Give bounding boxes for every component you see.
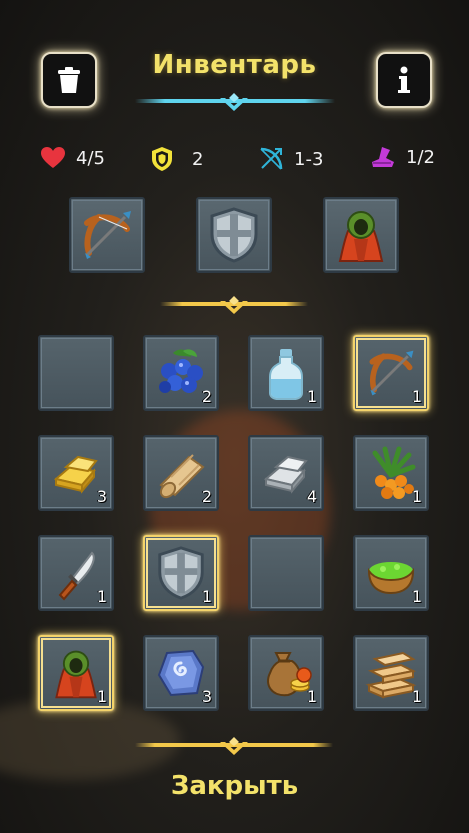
inventory-slot[interactable]: 1 (353, 335, 429, 411)
rune-stone-icon (153, 645, 209, 701)
inventory-slot-empty[interactable] (248, 535, 324, 611)
inventory-slot[interactable]: 2 (143, 435, 219, 511)
inventory-slot[interactable]: 4 (248, 435, 324, 511)
page-title: Инвентарь (152, 50, 317, 80)
inventory-slot-empty[interactable] (38, 335, 114, 411)
equipment-divider (160, 296, 308, 314)
item-count: 4 (306, 487, 317, 506)
inventory-slot[interactable]: 3 (143, 635, 219, 711)
item-count: 1 (411, 487, 422, 506)
item-count: 3 (201, 687, 212, 706)
item-count: 1 (306, 687, 317, 706)
move-value: 1/2 (406, 146, 435, 168)
inventory-slot[interactable]: 1 (248, 335, 324, 411)
shield-icon (153, 545, 209, 601)
inventory-slot[interactable]: 3 (38, 435, 114, 511)
inventory-slot[interactable]: 1 (353, 435, 429, 511)
inventory-slot[interactable]: 1 (143, 535, 219, 611)
iron-bars-icon (258, 445, 314, 501)
gold-bars-icon (48, 445, 104, 501)
cloak-icon (48, 645, 104, 701)
equipped-weapon-slot[interactable] (69, 197, 145, 273)
armor-value: 2 (192, 148, 204, 170)
item-count: 1 (96, 587, 107, 606)
range-stat: 1-3 (258, 146, 323, 172)
move-stat: 1/2 (370, 146, 435, 168)
shield-icon (210, 207, 258, 263)
range-value: 1-3 (294, 148, 324, 170)
inventory-slot[interactable]: 1 (38, 635, 114, 711)
footer-divider (135, 737, 333, 755)
item-count: 1 (411, 387, 422, 406)
cloth-roll-icon (153, 445, 209, 501)
close-button[interactable]: Закрыть (0, 771, 469, 801)
item-count: 3 (96, 487, 107, 506)
health-stat: 4/5 (40, 146, 105, 170)
stats-bar: 4/5 2 1-3 1/2 (0, 146, 469, 176)
inventory-slot[interactable]: 1 (248, 635, 324, 711)
item-count: 1 (411, 587, 422, 606)
shield-icon (152, 147, 172, 171)
health-value: 4/5 (76, 147, 105, 169)
item-count: 2 (201, 387, 212, 406)
crossbow-icon (84, 211, 131, 259)
title-divider (135, 93, 335, 111)
knife-icon (48, 545, 104, 601)
item-count: 1 (306, 387, 317, 406)
coin-bag-icon (258, 645, 314, 701)
item-count: 1 (96, 687, 107, 706)
wooden-planks-icon (363, 645, 419, 701)
item-count: 1 (201, 587, 212, 606)
item-count: 2 (201, 487, 212, 506)
herb-bowl-icon (363, 545, 419, 601)
bow-range-icon (260, 147, 283, 170)
armor-stat: 2 (150, 146, 203, 172)
crossbow-icon (363, 345, 419, 401)
inventory-slot[interactable]: 2 (143, 335, 219, 411)
boot-icon (372, 147, 394, 167)
inventory-slot[interactable]: 1 (38, 535, 114, 611)
equipped-armor-slot[interactable] (196, 197, 272, 273)
inventory-slot[interactable]: 1 (353, 635, 429, 711)
blueberries-icon (153, 345, 209, 401)
inventory-slot[interactable]: 1 (353, 535, 429, 611)
item-count: 1 (411, 687, 422, 706)
sea-buckthorn-icon (363, 445, 419, 501)
potion-bottle-icon (258, 345, 314, 401)
cloak-icon (338, 211, 384, 262)
heart-icon (41, 147, 65, 168)
equipped-cloak-slot[interactable] (323, 197, 399, 273)
